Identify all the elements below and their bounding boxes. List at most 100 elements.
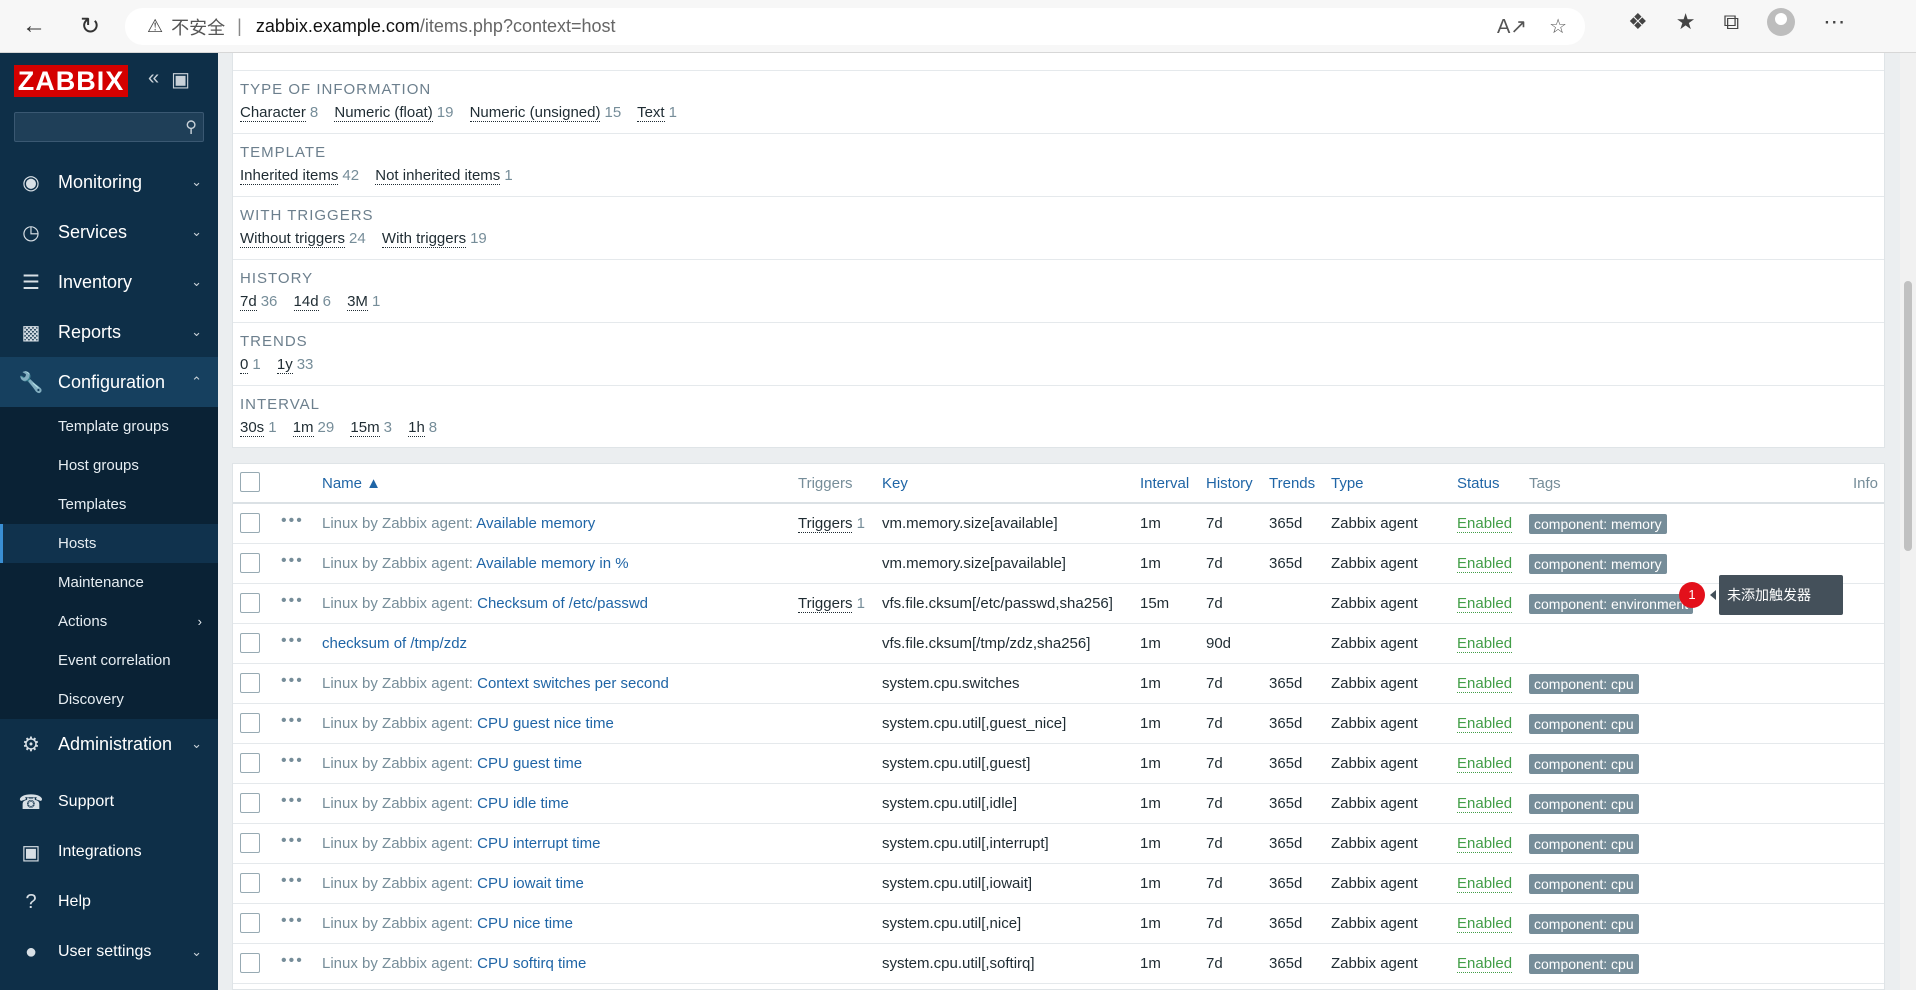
status-toggle[interactable]: Enabled (1457, 635, 1513, 653)
header-interval[interactable]: Interval (1140, 475, 1189, 492)
template-prefix-link[interactable]: Linux by Zabbix agent: (322, 555, 476, 572)
submenu-host-groups[interactable]: Host groups (0, 446, 218, 485)
template-prefix-link[interactable]: Linux by Zabbix agent: (322, 835, 477, 852)
favorites-icon[interactable]: ★ (1676, 9, 1696, 35)
row-checkbox[interactable] (240, 713, 260, 733)
submenu-template-groups[interactable]: Template groups (0, 407, 218, 446)
row-menu-icon[interactable]: ••• (281, 592, 304, 610)
template-prefix-link[interactable]: Linux by Zabbix agent: (322, 755, 477, 772)
item-name-link[interactable]: CPU softirq time (477, 955, 586, 972)
subfilter-value[interactable]: 14d (293, 293, 319, 311)
subfilter-value[interactable]: 0 (240, 356, 249, 374)
subfilter-value[interactable]: With triggers (381, 230, 467, 248)
subfilter-value[interactable]: Without triggers (240, 230, 346, 248)
row-checkbox[interactable] (240, 593, 260, 613)
item-name-link[interactable]: CPU nice time (477, 915, 573, 932)
row-checkbox[interactable] (240, 873, 260, 893)
status-toggle[interactable]: Enabled (1457, 795, 1513, 813)
profile-avatar[interactable] (1767, 8, 1796, 36)
triggers-link[interactable]: Triggers (798, 595, 853, 613)
collections-icon[interactable]: ⧉ (1723, 9, 1739, 35)
menu-services[interactable]: ◷ Services ⌄ (0, 207, 218, 257)
collapse-sidebar-icon[interactable]: « (148, 67, 159, 92)
menu-inventory[interactable]: ☰ Inventory ⌄ (0, 257, 218, 307)
row-checkbox[interactable] (240, 753, 260, 773)
search-icon[interactable]: ⚲ (185, 117, 197, 137)
item-name-link[interactable]: checksum of /tmp/zdz (322, 635, 467, 652)
menu-help[interactable]: ? Help (0, 877, 218, 927)
menu-reports[interactable]: ▩ Reports ⌄ (0, 307, 218, 357)
item-name-link[interactable]: Available memory in % (476, 555, 628, 572)
header-key[interactable]: Key (882, 475, 908, 492)
more-icon[interactable]: ⋯ (1823, 9, 1845, 35)
subfilter-value[interactable]: 1y (276, 356, 293, 374)
item-name-link[interactable]: CPU guest time (477, 755, 582, 772)
template-prefix-link[interactable]: Linux by Zabbix agent: (322, 675, 477, 692)
item-name-link[interactable]: Context switches per second (477, 675, 669, 692)
info-badge[interactable]: 1 (1679, 582, 1705, 608)
template-prefix-link[interactable]: Linux by Zabbix agent: (322, 515, 476, 532)
row-checkbox[interactable] (240, 673, 260, 693)
submenu-discovery[interactable]: Discovery (0, 680, 218, 719)
item-name-link[interactable]: CPU interrupt time (477, 835, 600, 852)
scrollbar-thumb[interactable] (1904, 281, 1912, 551)
menu-configuration[interactable]: 🔧 Configuration ⌃ (0, 357, 218, 407)
item-name-link[interactable]: CPU idle time (477, 795, 569, 812)
header-name[interactable]: Name ▲ (322, 475, 381, 492)
menu-integrations[interactable]: ▣ Integrations (0, 827, 218, 877)
item-name-link[interactable]: Checksum of /etc/passwd (477, 595, 648, 612)
header-history[interactable]: History (1206, 475, 1253, 492)
back-icon[interactable]: ← (14, 6, 54, 46)
menu-support[interactable]: ☎ Support (0, 777, 218, 827)
add-favorite-icon[interactable]: ☆ (1549, 14, 1567, 39)
subfilter-value[interactable]: 1h (408, 419, 425, 437)
template-prefix-link[interactable]: Linux by Zabbix agent: (322, 955, 477, 972)
item-name-link[interactable]: CPU guest nice time (477, 715, 614, 732)
address-bar[interactable]: ⚠ 不安全 | zabbix.example.com/items.php?con… (125, 8, 1585, 45)
template-prefix-link[interactable]: Linux by Zabbix agent: (322, 595, 477, 612)
subfilter-value[interactable]: Text (637, 104, 665, 122)
reload-icon[interactable]: ↻ (70, 6, 110, 46)
subfilter-value[interactable]: Character (240, 104, 306, 122)
template-prefix-link[interactable]: Linux by Zabbix agent: (322, 715, 477, 732)
submenu-hosts[interactable]: Hosts (0, 524, 218, 563)
kiosk-mode-icon[interactable]: ▣ (171, 67, 190, 92)
status-toggle[interactable]: Enabled (1457, 835, 1513, 853)
row-menu-icon[interactable]: ••• (281, 672, 304, 690)
header-type[interactable]: Type (1331, 475, 1364, 492)
row-menu-icon[interactable]: ••• (281, 512, 304, 530)
status-toggle[interactable]: Enabled (1457, 915, 1513, 933)
row-checkbox[interactable] (240, 793, 260, 813)
page-scrollbar[interactable] (1900, 53, 1916, 990)
read-aloud-icon[interactable]: A↗ (1497, 14, 1527, 39)
row-menu-icon[interactable]: ••• (281, 712, 304, 730)
submenu-maintenance[interactable]: Maintenance (0, 563, 218, 602)
header-trends[interactable]: Trends (1269, 475, 1315, 492)
extensions-icon[interactable]: ❖ (1628, 9, 1648, 35)
row-checkbox[interactable] (240, 833, 260, 853)
row-checkbox[interactable] (240, 633, 260, 653)
submenu-event-correlation[interactable]: Event correlation (0, 641, 218, 680)
triggers-link[interactable]: Triggers (798, 515, 853, 533)
submenu-actions[interactable]: Actions › (0, 602, 218, 641)
row-checkbox[interactable] (240, 953, 260, 973)
zabbix-logo[interactable]: ZABBIX (14, 65, 128, 97)
select-all-checkbox[interactable] (240, 472, 260, 492)
header-status[interactable]: Status (1457, 475, 1500, 492)
row-menu-icon[interactable]: ••• (281, 752, 304, 770)
status-toggle[interactable]: Enabled (1457, 675, 1513, 693)
status-toggle[interactable]: Enabled (1457, 595, 1513, 613)
menu-monitoring[interactable]: ◉ Monitoring ⌄ (0, 157, 218, 207)
sidebar-search-input[interactable]: ⚲ (14, 112, 204, 142)
subfilter-value[interactable]: Numeric (float) (334, 104, 433, 122)
status-toggle[interactable]: Enabled (1457, 715, 1513, 733)
row-menu-icon[interactable]: ••• (281, 632, 304, 650)
status-toggle[interactable]: Enabled (1457, 555, 1513, 573)
row-menu-icon[interactable]: ••• (281, 912, 304, 930)
row-menu-icon[interactable]: ••• (281, 952, 304, 970)
row-checkbox[interactable] (240, 513, 260, 533)
menu-administration[interactable]: ⚙ Administration ⌄ (0, 719, 218, 769)
row-menu-icon[interactable]: ••• (281, 872, 304, 890)
subfilter-value[interactable]: 7d (240, 293, 257, 311)
subfilter-value[interactable]: Not inherited items (375, 167, 501, 185)
